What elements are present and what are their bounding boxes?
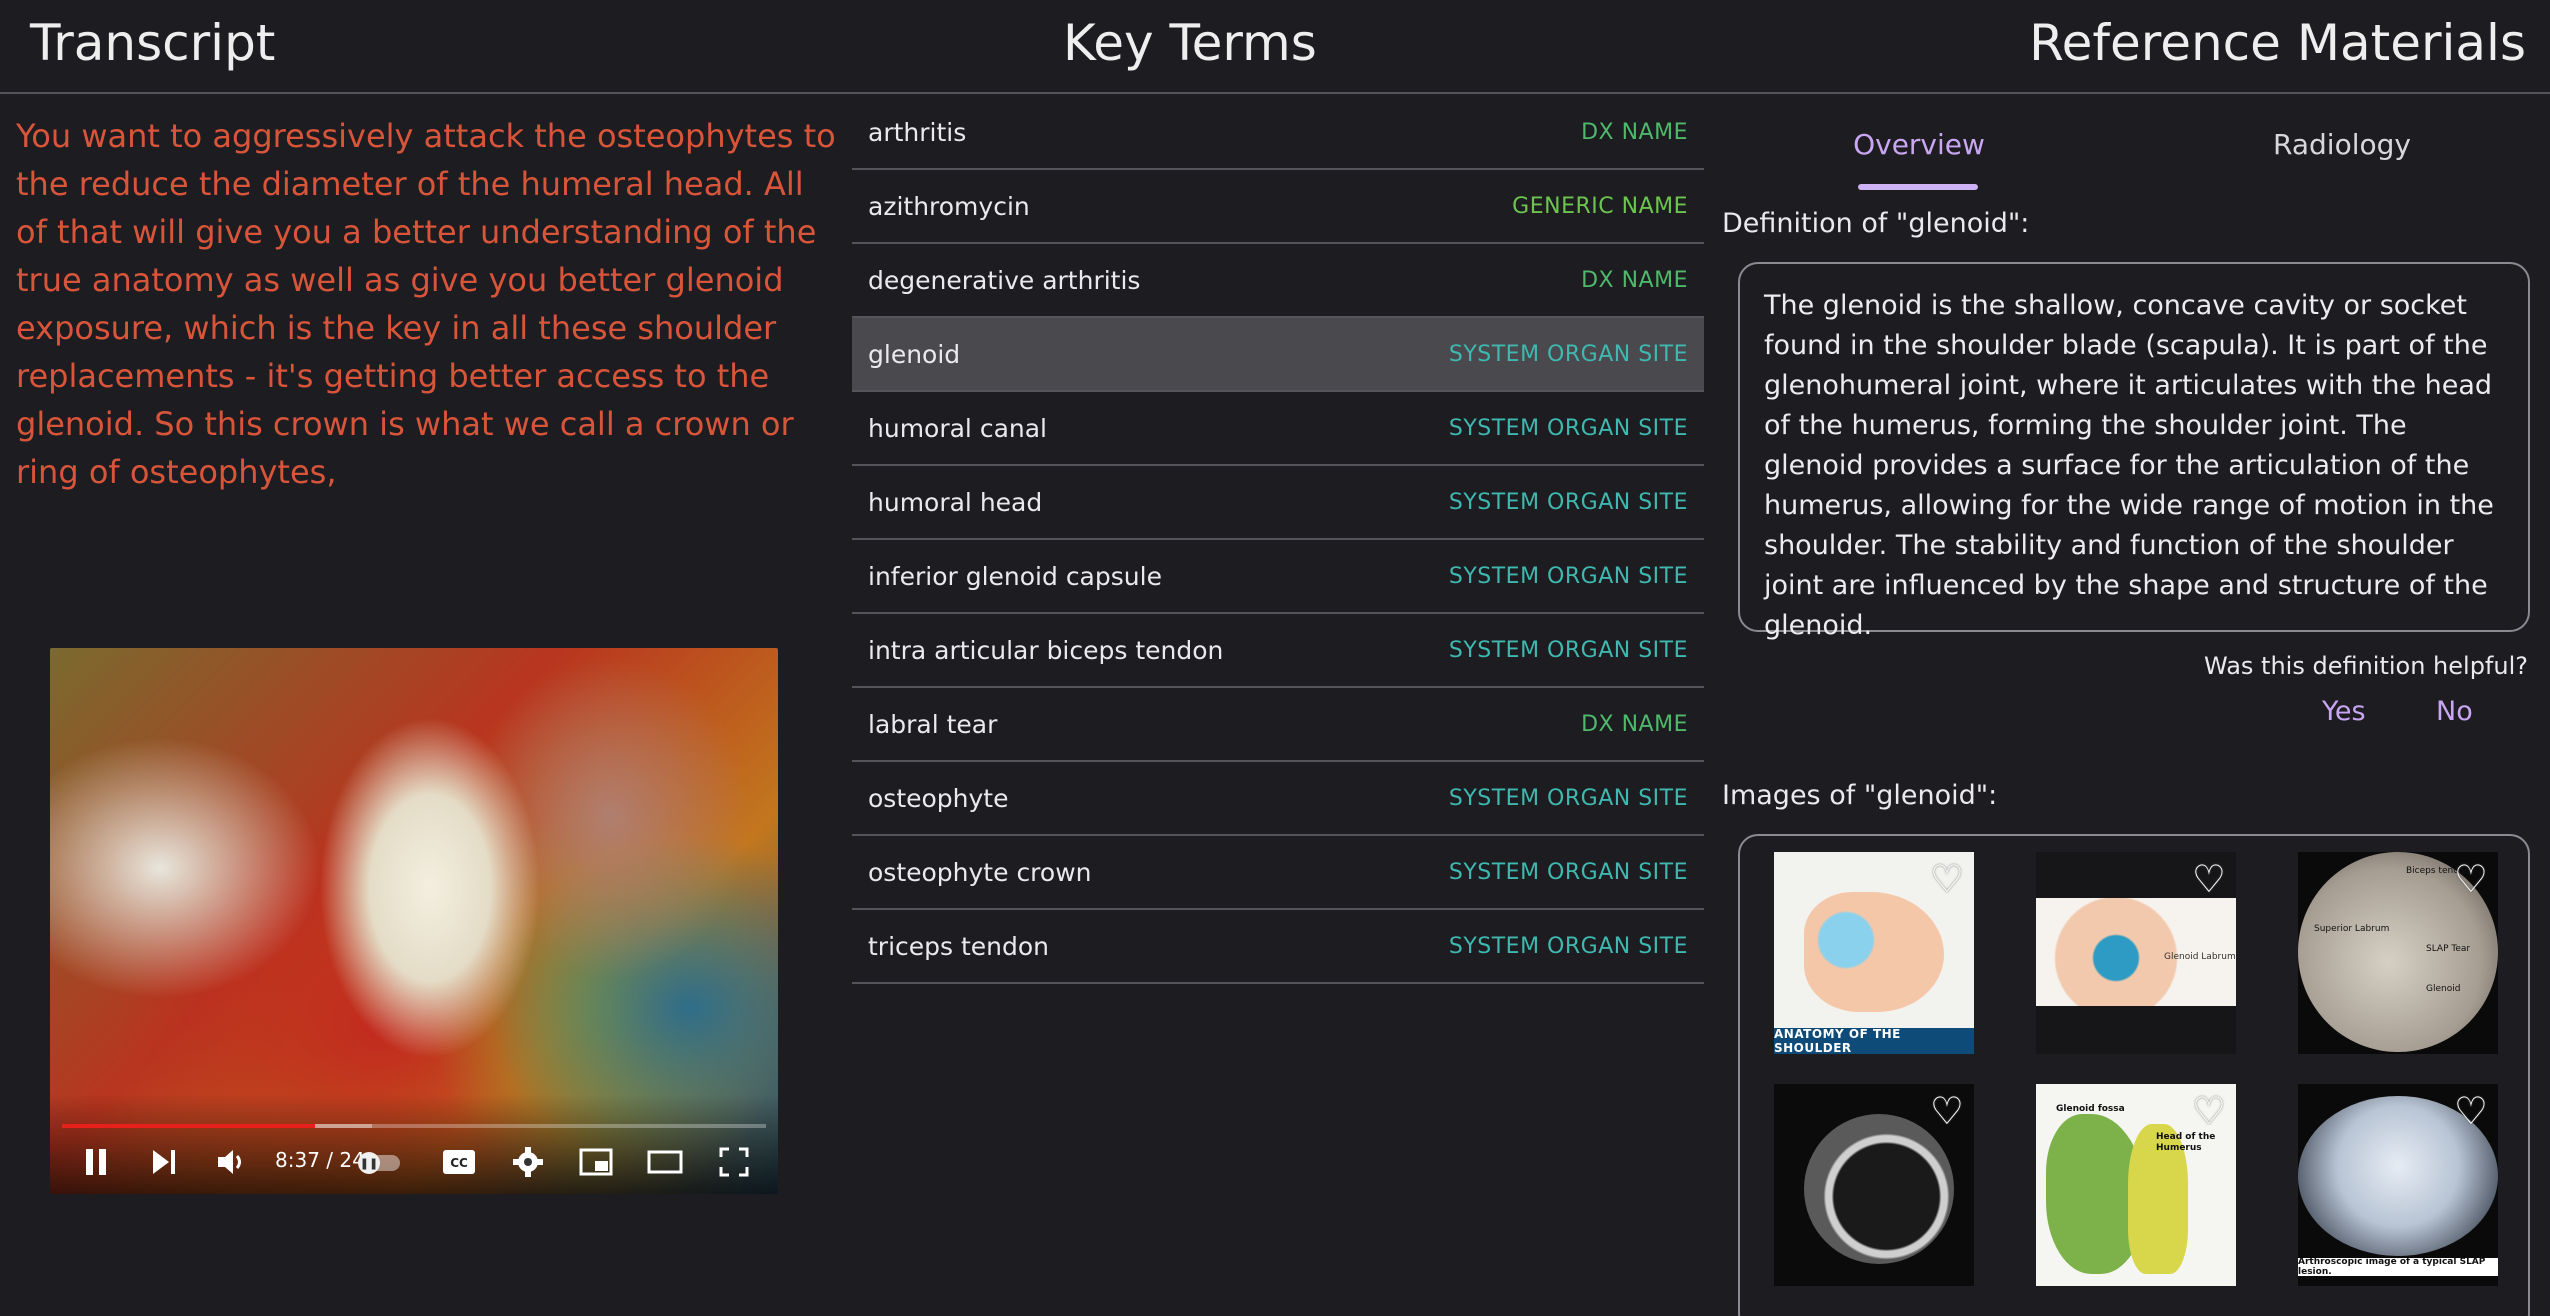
key-term-name: osteophyte	[868, 783, 1009, 813]
video-progress-bar[interactable]	[62, 1124, 766, 1128]
yes-button[interactable]: Yes	[2322, 696, 2366, 727]
key-term-name: triceps tendon	[868, 931, 1050, 961]
images-gallery: ANATOMY OF THE SHOULDER ♡ Glenoid Labrum…	[1738, 834, 2530, 1316]
key-term-category: SYSTEM ORGAN SITE	[1448, 563, 1688, 589]
key-term-category: SYSTEM ORGAN SITE	[1448, 341, 1688, 367]
key-terms-list: arthritis DX NAME azithromycin GENERIC NAME…	[852, 96, 1704, 984]
next-icon[interactable]	[144, 1142, 184, 1182]
miniplayer-icon[interactable]	[574, 1142, 618, 1182]
svg-text:CC: CC	[450, 1156, 468, 1170]
key-term-category: SYSTEM ORGAN SITE	[1448, 859, 1688, 885]
key-term-category: SYSTEM ORGAN SITE	[1448, 415, 1688, 441]
no-button[interactable]: No	[2436, 696, 2473, 727]
key-term-name: inferior glenoid capsule	[868, 561, 1162, 591]
fullscreen-icon[interactable]	[712, 1142, 756, 1182]
key-term-category: SYSTEM ORGAN SITE	[1448, 785, 1688, 811]
key-term-row[interactable]: intra articular biceps tendon SYSTEM ORGA…	[852, 614, 1704, 688]
image-label: Glenoid Labrum	[2164, 952, 2236, 962]
key-term-row[interactable]: arthritis DX NAME	[852, 96, 1704, 170]
key-term-name: arthritis	[868, 117, 967, 147]
key-term-name: osteophyte crown	[868, 857, 1092, 887]
image-label: Glenoid	[2426, 984, 2461, 994]
heart-icon[interactable]: ♡	[2454, 1092, 2488, 1130]
image-caption: ANATOMY OF THE SHOULDER	[1774, 1027, 1974, 1054]
key-term-name: humoral canal	[868, 413, 1048, 443]
key-term-category: DX NAME	[1581, 119, 1688, 145]
key-term-name: glenoid	[868, 339, 961, 369]
heart-icon[interactable]: ♡	[1930, 1092, 1964, 1130]
heart-icon[interactable]: ♡	[2192, 860, 2226, 898]
video-progress-buffered	[315, 1124, 372, 1128]
key-term-category: DX NAME	[1581, 267, 1688, 293]
key-term-row[interactable]: humoral head SYSTEM ORGAN SITE	[852, 466, 1704, 540]
video-player[interactable]: 8:37 / 24 ❚❚ CC	[50, 648, 778, 1194]
active-tab-indicator	[1858, 184, 1978, 190]
key-term-category: SYSTEM ORGAN SITE	[1448, 489, 1688, 515]
image-thumbnail[interactable]: Biceps tendon Superior Labrum SLAP Tear …	[2298, 852, 2498, 1054]
captions-icon[interactable]: CC	[436, 1142, 482, 1182]
key-term-row[interactable]: humoral canal SYSTEM ORGAN SITE	[852, 392, 1704, 466]
image-label: SLAP Tear	[2426, 944, 2471, 954]
image-caption: Arthroscopic image of a typical SLAP les…	[2298, 1257, 2498, 1277]
key-term-row[interactable]: degenerative arthritis DX NAME	[852, 244, 1704, 318]
definition-text: The glenoid is the shallow, concave cavi…	[1738, 262, 2530, 641]
transcript-text: You want to aggressively attack the oste…	[16, 117, 836, 491]
key-term-row[interactable]: osteophyte SYSTEM ORGAN SITE	[852, 762, 1704, 836]
volume-icon[interactable]	[210, 1142, 254, 1182]
image-thumbnail[interactable]: Glenoid Labrum ♡	[2036, 852, 2236, 1054]
settings-icon[interactable]	[506, 1142, 550, 1182]
mri-scan	[1804, 1114, 1954, 1264]
top-header: Transcript Key Terms Reference Materials	[0, 0, 2550, 94]
key-term-category: GENERIC NAME	[1512, 193, 1688, 219]
definition-heading: Definition of "glenoid":	[1722, 208, 2030, 239]
reference-materials-title: Reference Materials	[2029, 14, 2526, 72]
video-time: 8:37 / 24	[275, 1148, 365, 1172]
transcript-title: Transcript	[30, 14, 276, 72]
image-thumbnail[interactable]: ♡	[1774, 1084, 1974, 1286]
tab-overview[interactable]: Overview	[1704, 96, 2134, 192]
image-thumbnail[interactable]: Glenoid fossa Head of the Humerus ♡	[2036, 1084, 2236, 1286]
image-thumbnail[interactable]: ANATOMY OF THE SHOULDER ♡	[1774, 852, 1974, 1054]
helpful-question: Was this definition helpful?	[2204, 652, 2528, 680]
key-term-name: humoral head	[868, 487, 1043, 517]
autoplay-knob: ❚❚	[358, 1152, 380, 1174]
key-term-category: SYSTEM ORGAN SITE	[1448, 637, 1688, 663]
reference-panel: Overview Radiology Definition of "glenoi…	[1704, 96, 2550, 1316]
autoplay-toggle[interactable]: ❚❚	[358, 1152, 400, 1174]
theater-icon[interactable]	[642, 1142, 688, 1182]
key-term-row[interactable]: osteophyte crown SYSTEM ORGAN SITE	[852, 836, 1704, 910]
video-progress-played	[62, 1124, 316, 1128]
shoulder-anatomy-illustration	[1804, 892, 1944, 1012]
reference-tabs: Overview Radiology	[1704, 96, 2550, 192]
key-term-name: intra articular biceps tendon	[868, 635, 1224, 665]
key-term-category: DX NAME	[1581, 711, 1688, 737]
heart-icon[interactable]: ♡	[1930, 860, 1964, 898]
key-term-name: labral tear	[868, 709, 998, 739]
heart-icon[interactable]: ♡	[2192, 1092, 2226, 1130]
key-terms-title: Key Terms	[1063, 14, 1317, 72]
tab-radiology[interactable]: Radiology	[2134, 96, 2550, 192]
key-term-row[interactable]: labral tear DX NAME	[852, 688, 1704, 762]
image-label: Head of the Humerus	[2156, 1132, 2216, 1153]
pause-icon[interactable]	[76, 1142, 116, 1182]
key-term-name: degenerative arthritis	[868, 265, 1141, 295]
key-term-row[interactable]: triceps tendon SYSTEM ORGAN SITE	[852, 910, 1704, 984]
key-term-row[interactable]: azithromycin GENERIC NAME	[852, 170, 1704, 244]
images-heading: Images of "glenoid":	[1722, 780, 1998, 811]
image-label: Glenoid fossa	[2056, 1104, 2125, 1114]
key-term-name: azithromycin	[868, 191, 1030, 221]
key-term-category: SYSTEM ORGAN SITE	[1448, 933, 1688, 959]
key-term-row[interactable]: glenoid SYSTEM ORGAN SITE	[852, 318, 1704, 392]
image-thumbnail[interactable]: Arthroscopic image of a typical SLAP les…	[2298, 1084, 2498, 1286]
image-label: Superior Labrum	[2314, 924, 2390, 934]
heart-icon[interactable]: ♡	[2454, 860, 2488, 898]
key-term-row[interactable]: inferior glenoid capsule SYSTEM ORGAN SIT…	[852, 540, 1704, 614]
